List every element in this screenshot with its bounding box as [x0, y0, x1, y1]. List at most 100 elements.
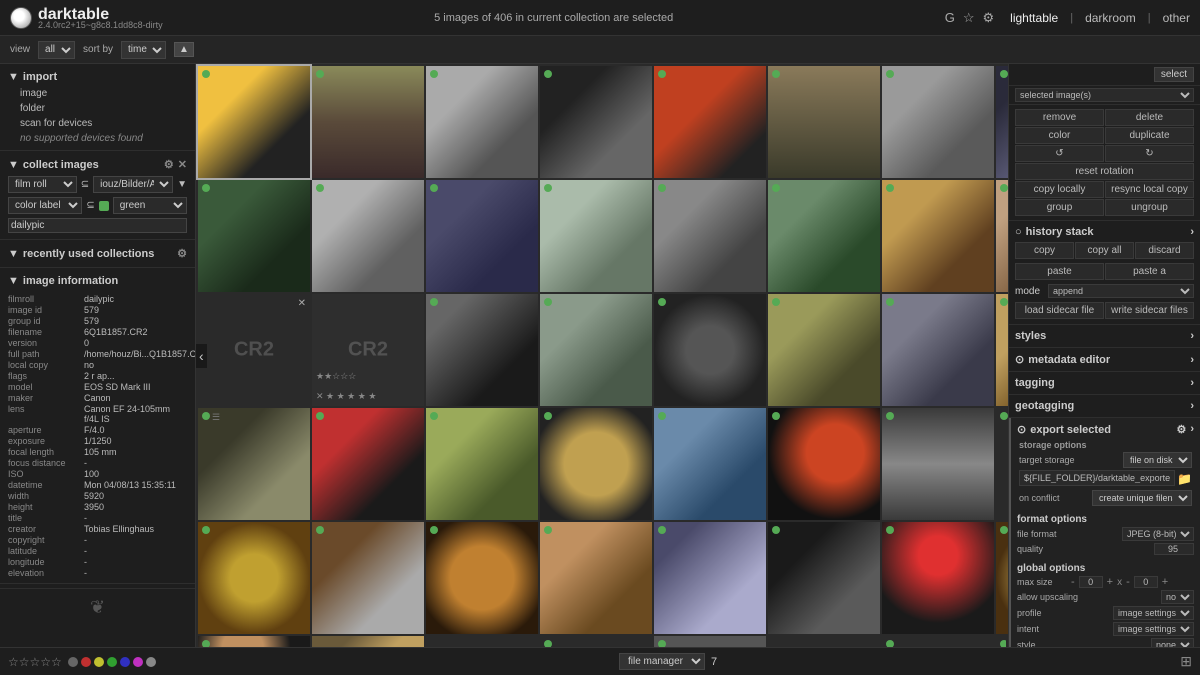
thumb-32[interactable]: CR2: [996, 408, 1008, 520]
import-image[interactable]: image: [0, 86, 195, 101]
target-storage-select[interactable]: file on disk: [1123, 452, 1192, 468]
thumb-47[interactable]: [882, 636, 994, 647]
metadata-expand-icon[interactable]: ›: [1190, 354, 1194, 366]
thumb-11[interactable]: [426, 180, 538, 292]
thumb-36[interactable]: [540, 522, 652, 634]
tagging-expand-icon[interactable]: ›: [1190, 377, 1194, 389]
star-icon[interactable]: ☆: [963, 10, 975, 26]
tagging-header[interactable]: tagging ›: [1009, 375, 1200, 391]
resync-btn[interactable]: resync local copy: [1105, 181, 1194, 198]
max-size-w-minus[interactable]: -: [1069, 576, 1077, 588]
recently-config-icon[interactable]: ⚙: [177, 247, 187, 260]
import-scan[interactable]: scan for devices: [0, 116, 195, 131]
max-size-w-input[interactable]: [1079, 576, 1103, 588]
color-dot-purple[interactable]: [133, 657, 143, 667]
selected-images-select[interactable]: selected image(s): [1015, 88, 1194, 102]
thumb-31[interactable]: [882, 408, 994, 520]
rotate-left-btn[interactable]: ↺: [1015, 145, 1104, 162]
thumb-20[interactable]: [540, 294, 652, 406]
collect-color-label-select[interactable]: color label: [8, 197, 82, 214]
remove-btn[interactable]: remove: [1015, 109, 1104, 126]
thumb-2[interactable]: [312, 66, 424, 178]
style-select[interactable]: none: [1151, 638, 1194, 647]
profile-select[interactable]: image settings: [1113, 606, 1194, 620]
thumb-1[interactable]: [198, 66, 310, 178]
thumb-45[interactable]: [654, 636, 766, 647]
mode-select[interactable]: append: [1048, 284, 1194, 298]
thumb-34[interactable]: [312, 522, 424, 634]
color-dot-green[interactable]: [107, 657, 117, 667]
filename-folder-icon[interactable]: 📁: [1177, 472, 1192, 486]
load-sidecar-btn[interactable]: load sidecar file: [1015, 302, 1104, 319]
thumb-48[interactable]: [996, 636, 1006, 647]
geotagging-expand-icon[interactable]: ›: [1190, 400, 1194, 412]
thumb-39[interactable]: [882, 522, 994, 634]
thumb-16[interactable]: [996, 180, 1008, 292]
collect-film-roll-value[interactable]: iouz/Bilder/Archiv/dailypic: [93, 176, 173, 193]
select-btn[interactable]: select: [1154, 67, 1194, 82]
max-size-h-plus[interactable]: +: [1160, 576, 1170, 588]
collect-color-value[interactable]: green: [113, 197, 187, 214]
export-header[interactable]: ⊙ export selected ⚙ ›: [1011, 421, 1200, 438]
metadata-header[interactable]: ⊙ metadata editor ›: [1009, 351, 1200, 368]
group-btn[interactable]: group: [1015, 199, 1104, 216]
thumb-42[interactable]: [312, 636, 424, 647]
write-sidecar-btn[interactable]: write sidecar files: [1105, 302, 1194, 319]
color-dot-gray[interactable]: [68, 657, 78, 667]
intent-select[interactable]: image settings: [1113, 622, 1194, 636]
bottom-display-icon[interactable]: ⊞: [1180, 653, 1192, 670]
paste-btn[interactable]: paste: [1015, 263, 1104, 280]
copy-all-btn[interactable]: copy all: [1075, 242, 1134, 259]
export-expand-icon[interactable]: ›: [1190, 423, 1194, 436]
thumb-44[interactable]: [540, 636, 652, 647]
collect-config-icon[interactable]: ⚙: [164, 158, 174, 171]
collect-filter-input[interactable]: [8, 218, 187, 233]
delete-btn[interactable]: delete: [1105, 109, 1194, 126]
grid-prev-btn[interactable]: ‹: [196, 344, 207, 368]
duplicate-btn[interactable]: duplicate: [1105, 127, 1194, 144]
sort-select[interactable]: time: [121, 41, 166, 59]
copy-history-btn[interactable]: copy: [1015, 242, 1074, 259]
sort-direction-btn[interactable]: ▲: [174, 42, 194, 57]
thumb-18[interactable]: CR2 ★★☆☆☆ ✕ ★ ★ ★ ★ ★: [312, 294, 424, 406]
geotagging-header[interactable]: geotagging ›: [1009, 398, 1200, 414]
thumb-25[interactable]: ☰: [198, 408, 310, 520]
google-icon[interactable]: G: [945, 10, 955, 25]
import-header[interactable]: ▼ import: [0, 68, 195, 86]
max-size-h-minus[interactable]: -: [1124, 576, 1132, 588]
color-dot-red[interactable]: [81, 657, 91, 667]
history-expand-icon[interactable]: ›: [1190, 226, 1194, 238]
thumb-28[interactable]: [540, 408, 652, 520]
styles-expand-icon[interactable]: ›: [1190, 330, 1194, 342]
thumb-5[interactable]: [654, 66, 766, 178]
export-config-icon[interactable]: ⚙: [1176, 423, 1186, 436]
thumb-21[interactable]: [654, 294, 766, 406]
styles-header[interactable]: styles ›: [1009, 328, 1200, 344]
color-dot-yellow[interactable]: [94, 657, 104, 667]
ungroup-btn[interactable]: ungroup: [1105, 199, 1194, 216]
discard-btn[interactable]: discard: [1135, 242, 1194, 259]
max-size-w-plus[interactable]: +: [1105, 576, 1115, 588]
thumb-30[interactable]: [768, 408, 880, 520]
on-conflict-select[interactable]: create unique filename: [1092, 490, 1192, 506]
thumb-7[interactable]: [882, 66, 994, 178]
thumb-14[interactable]: [768, 180, 880, 292]
reset-rotation-btn[interactable]: reset rotation: [1015, 163, 1194, 180]
allow-upscaling-select[interactable]: no: [1161, 590, 1194, 604]
thumb-3[interactable]: [426, 66, 538, 178]
history-header[interactable]: ○ history stack ›: [1009, 224, 1200, 240]
thumb-6[interactable]: [768, 66, 880, 178]
quality-input[interactable]: [1154, 543, 1194, 555]
thumb-22[interactable]: [768, 294, 880, 406]
rotate-right-btn[interactable]: ↻: [1105, 145, 1194, 162]
thumb-35[interactable]: [426, 522, 538, 634]
thumb-29[interactable]: [654, 408, 766, 520]
bottom-view-select[interactable]: file manager: [619, 653, 705, 670]
paste-a-btn[interactable]: paste a: [1105, 263, 1194, 280]
thumb-24[interactable]: [996, 294, 1008, 406]
collect-film-nav[interactable]: ▼: [177, 179, 187, 190]
nav-darkroom[interactable]: darkroom: [1085, 11, 1136, 25]
thumb-43[interactable]: [426, 636, 538, 647]
thumb-12[interactable]: [540, 180, 652, 292]
color-btn[interactable]: color: [1015, 127, 1104, 144]
